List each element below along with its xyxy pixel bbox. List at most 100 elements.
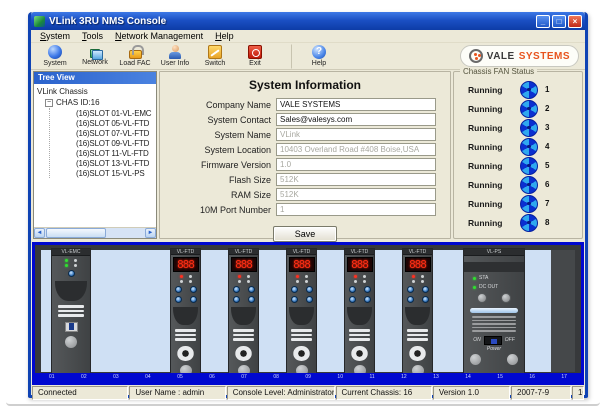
- chassis-slot-number: 09: [305, 373, 311, 382]
- chassis-slot-number: 12: [401, 373, 407, 382]
- tree-chassis-item[interactable]: − CHAS ID:16: [37, 97, 156, 108]
- field-input[interactable]: [276, 203, 436, 216]
- tree-slot-item[interactable]: (16)SLOT 15-VL-PS: [76, 168, 156, 178]
- module-connector: [364, 296, 371, 303]
- chassis-module-ftd[interactable]: VL-FTD 888: [402, 248, 433, 377]
- form-field: 10M Port Number: [166, 203, 444, 216]
- module-bnc-connector: [351, 346, 368, 361]
- toolbar-button[interactable]: Exit: [235, 44, 275, 69]
- user-info-icon: [168, 45, 182, 59]
- fan-status-row: Running 8: [462, 213, 574, 232]
- module-knob: [65, 336, 77, 348]
- module-band: [464, 262, 524, 272]
- module-connector: [407, 296, 414, 303]
- field-input[interactable]: [276, 128, 436, 141]
- module-connector: [248, 286, 255, 293]
- field-input[interactable]: [276, 188, 436, 201]
- tree-expander-icon[interactable]: −: [45, 99, 53, 107]
- toolbar-button[interactable]: Load FAC: [115, 44, 155, 69]
- tree-slot-item[interactable]: (16)SLOT 13-VL-FTD: [76, 158, 156, 168]
- scroll-left-icon[interactable]: ◄: [34, 228, 45, 238]
- system-icon: [48, 45, 62, 59]
- minimize-button[interactable]: _: [536, 15, 550, 28]
- module-connector: [349, 296, 356, 303]
- tree-slot-item[interactable]: (16)SLOT 09-VL-FTD: [76, 138, 156, 148]
- tree-slot-item[interactable]: (16)SLOT 05-VL-FTD: [76, 118, 156, 128]
- module-connector: [306, 286, 313, 293]
- fan-status-row: Running 6: [462, 175, 574, 194]
- module-handle: [347, 307, 372, 325]
- sta-led: [473, 277, 476, 280]
- field-input[interactable]: [276, 173, 436, 186]
- fan-status-row: Running 4: [462, 137, 574, 156]
- led-label: STA: [479, 275, 488, 281]
- tree-horizontal-scrollbar[interactable]: ◄ ►: [34, 227, 156, 238]
- power-switch[interactable]: [484, 336, 502, 345]
- chassis-module-ps[interactable]: VL-PS STA DC OUT ON OFF Power: [463, 248, 525, 377]
- field-input[interactable]: [276, 98, 436, 111]
- chassis-module-ftd[interactable]: VL-FTD 888: [228, 248, 259, 377]
- chassis-module-ftd[interactable]: VL-FTD 888: [286, 248, 317, 377]
- toolbar-button[interactable]: System: [35, 44, 75, 69]
- fan-number: 5: [545, 161, 549, 170]
- maximize-button[interactable]: □: [552, 15, 566, 28]
- tree-slot-list: (16)SLOT 01-VL-EMC (16)SLOT 05-VL-FTD (1…: [49, 108, 156, 178]
- module-label: VL-FTD: [229, 249, 258, 255]
- menu-item[interactable]: Help: [210, 31, 239, 41]
- toolbar-button-label: Help: [312, 60, 326, 67]
- module-bnc-connector: [293, 346, 310, 361]
- status-bar: Connected User Name : admin Console Leve…: [32, 386, 584, 400]
- toolbar-button[interactable]: Network: [75, 44, 115, 69]
- field-input[interactable]: [276, 143, 436, 156]
- tree-root-item[interactable]: VLink Chassis: [37, 86, 156, 97]
- chassis-slot-number: 03: [113, 373, 119, 382]
- scrollbar-thumb[interactable]: [46, 228, 106, 238]
- brand-logo: VALE SYSTEMS: [460, 45, 579, 67]
- chassis-slot-number: 17: [561, 373, 567, 382]
- menu-item[interactable]: Tools: [77, 31, 108, 41]
- form-field: Company Name: [166, 98, 444, 111]
- field-input[interactable]: [276, 113, 436, 126]
- statusbar-segment: Connected: [32, 386, 128, 400]
- ps-knob: [470, 354, 481, 365]
- fan-icon: [520, 138, 538, 156]
- statusbar-segment: Version 1.0: [433, 386, 510, 400]
- menu-item[interactable]: System: [35, 31, 75, 41]
- field-input[interactable]: [276, 158, 436, 171]
- module-led-indicators: [180, 275, 192, 283]
- slot-number-strip: 01 02 03 04 05 06 07 08 09 10 11 12 13 1…: [35, 373, 581, 382]
- module-connector: [291, 296, 298, 303]
- ps-connector: [477, 293, 487, 303]
- statusbar-segment: User Name : admin: [129, 386, 225, 400]
- chassis-module-ftd[interactable]: VL-FTD 888: [170, 248, 201, 377]
- toolbar-button[interactable]: Switch: [195, 44, 235, 69]
- toolbar-buttons: System Network Load FAC User Info Switch…: [35, 44, 339, 69]
- module-handle: [231, 307, 256, 325]
- title-bar[interactable]: VLink 3RU NMS Console _ □ ×: [31, 12, 585, 30]
- menu-item[interactable]: Network Management: [110, 31, 208, 41]
- form-field: System Location: [166, 143, 444, 156]
- tree-slot-item[interactable]: (16)SLOT 11-VL-FTD: [76, 148, 156, 158]
- fan-status-label: Running: [462, 161, 520, 171]
- form-field: Firmware Version: [166, 158, 444, 171]
- scroll-right-icon[interactable]: ►: [145, 228, 156, 238]
- tree-slot-item[interactable]: (16)SLOT 01-VL-EMC: [76, 108, 156, 118]
- scrollbar-track[interactable]: [45, 228, 145, 238]
- toolbar-button[interactable]: Help: [291, 44, 339, 69]
- module-connector: [190, 296, 197, 303]
- field-label: 10M Port Number: [166, 205, 276, 215]
- field-label: Firmware Version: [166, 160, 276, 170]
- toolbar-button[interactable]: User Info: [155, 44, 195, 69]
- tree-slot-item[interactable]: (16)SLOT 07-VL-FTD: [76, 128, 156, 138]
- save-button[interactable]: Save: [273, 226, 337, 242]
- module-connector: [364, 286, 371, 293]
- toolbar-button-label: User Info: [161, 60, 189, 67]
- form-field: System Name: [166, 128, 444, 141]
- chassis-module-ftd[interactable]: VL-FTD 888: [344, 248, 375, 377]
- chassis-slot-number: 04: [145, 373, 151, 382]
- module-connector: [306, 296, 313, 303]
- close-button[interactable]: ×: [568, 15, 582, 28]
- ps-connector: [501, 293, 511, 303]
- chassis-module-emc[interactable]: VL-EMC: [51, 248, 91, 377]
- tree-view-body: VLink Chassis − CHAS ID:16 (16)SLOT 01-V…: [34, 84, 156, 227]
